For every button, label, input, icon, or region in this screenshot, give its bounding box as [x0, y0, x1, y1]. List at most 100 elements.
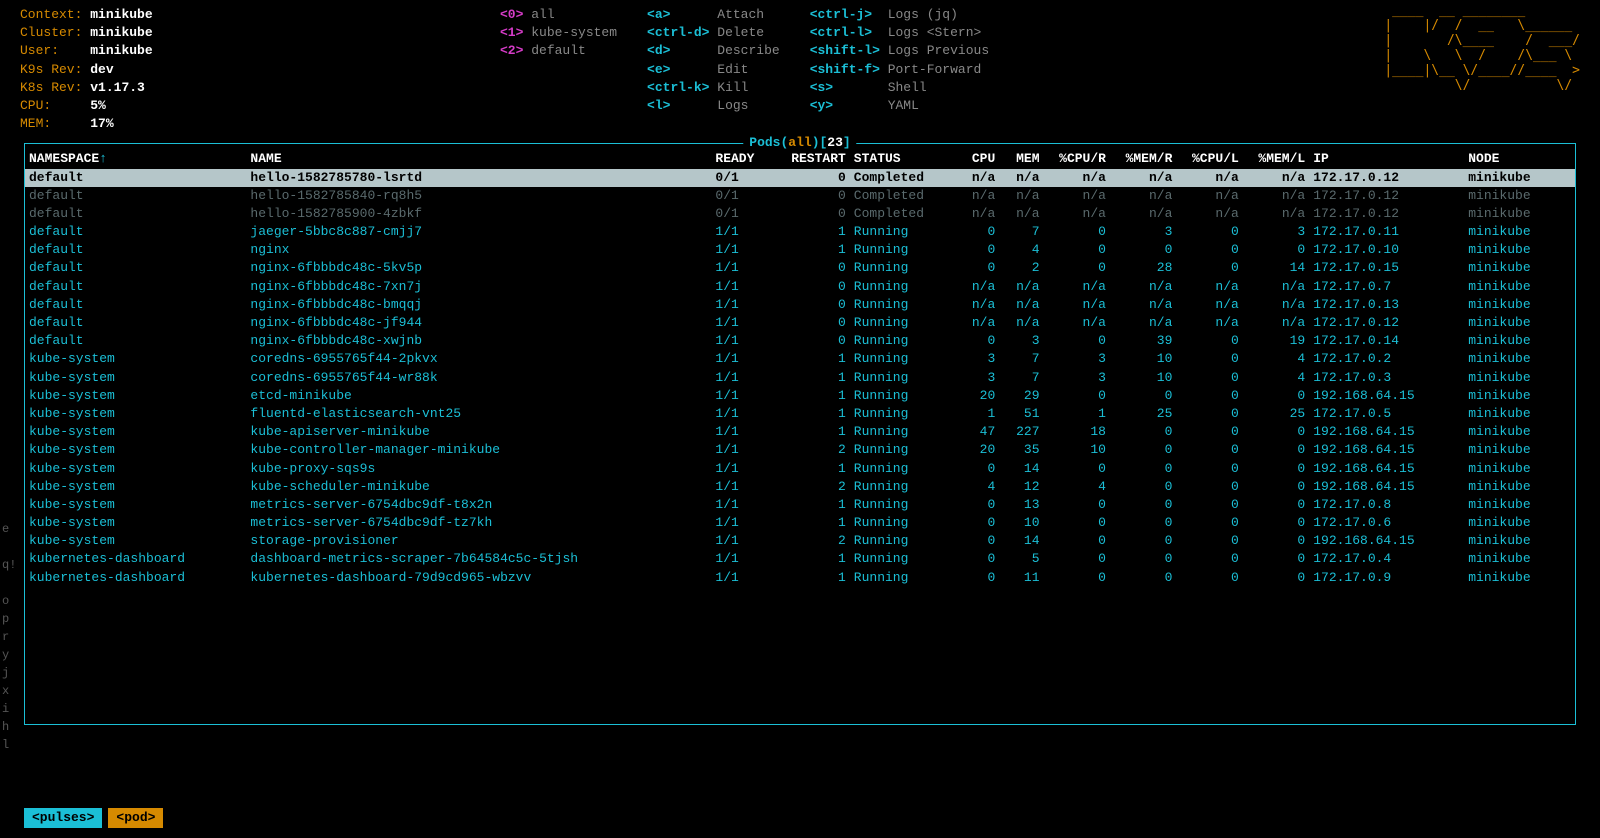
cell-node: minikube — [1464, 423, 1575, 441]
table-row[interactable]: kubernetes-dashboardkubernetes-dashboard… — [25, 569, 1575, 587]
cell-ready: 1/1 — [711, 460, 772, 478]
table-row[interactable]: kube-systemmetrics-server-6754dbc9df-t8x… — [25, 496, 1575, 514]
shortcut-item[interactable]: <y> YAML — [810, 97, 989, 115]
cell-restart: 1 — [772, 423, 850, 441]
cell-ready: 1/1 — [711, 569, 772, 587]
cluster-value: minikube — [90, 25, 152, 40]
table-row[interactable]: kube-systemmetrics-server-6754dbc9df-tz7… — [25, 514, 1575, 532]
k9srev-label: K9s Rev: — [20, 62, 82, 77]
cell-memr: 0 — [1110, 423, 1176, 441]
cell-restart: 1 — [772, 369, 850, 387]
table-row[interactable]: defaulthello-1582785780-lsrtd0/10Complet… — [25, 169, 1575, 187]
cell-restart: 0 — [772, 187, 850, 205]
table-row[interactable]: kube-systemkube-apiserver-minikube1/11Ru… — [25, 423, 1575, 441]
breadcrumb-item[interactable]: <pod> — [108, 808, 163, 828]
cell-mem: 14 — [999, 460, 1043, 478]
cell-name: nginx — [246, 241, 711, 259]
cell-cpu: n/a — [955, 187, 999, 205]
cell-ip: 172.17.0.4 — [1309, 550, 1464, 568]
col-cpul[interactable]: %CPU/L — [1176, 150, 1242, 168]
shortcut-item[interactable]: <shift-f> Port-Forward — [810, 61, 989, 79]
table-row[interactable]: kube-systemetcd-minikube1/11Running20290… — [25, 387, 1575, 405]
cell-memr: 0 — [1110, 460, 1176, 478]
breadcrumb-item[interactable]: <pulses> — [24, 808, 102, 828]
col-ready[interactable]: READY — [711, 150, 772, 168]
cell-cpul: 0 — [1176, 569, 1242, 587]
cell-ns: default — [25, 223, 246, 241]
table-row[interactable]: kubernetes-dashboarddashboard-metrics-sc… — [25, 550, 1575, 568]
cell-meml: 0 — [1243, 496, 1309, 514]
cell-node: minikube — [1464, 332, 1575, 350]
table-row[interactable]: kube-systemkube-controller-manager-minik… — [25, 441, 1575, 459]
cell-ns: kube-system — [25, 478, 246, 496]
table-row[interactable]: kube-systemcoredns-6955765f44-wr88k1/11R… — [25, 369, 1575, 387]
col-meml[interactable]: %MEM/L — [1243, 150, 1309, 168]
table-row[interactable]: defaulthello-1582785840-rq8h50/10Complet… — [25, 187, 1575, 205]
cell-cpur: 4 — [1044, 478, 1110, 496]
pods-table[interactable]: NAMESPACE↑ NAME READY RESTART STATUS CPU… — [25, 150, 1575, 587]
table-row[interactable]: kube-systemstorage-provisioner1/12Runnin… — [25, 532, 1575, 550]
cell-mem: 51 — [999, 405, 1043, 423]
col-cpur[interactable]: %CPU/R — [1044, 150, 1110, 168]
cell-memr: n/a — [1110, 314, 1176, 332]
shortcut-item[interactable]: <ctrl-l> Logs <Stern> — [810, 24, 989, 42]
cell-node: minikube — [1464, 241, 1575, 259]
cell-name: nginx-6fbbbdc48c-xwjnb — [246, 332, 711, 350]
table-row[interactable]: defaultnginx-6fbbbdc48c-jf9441/10Running… — [25, 314, 1575, 332]
table-row[interactable]: kube-systemkube-proxy-sqs9s1/11Running01… — [25, 460, 1575, 478]
table-row[interactable]: kube-systemkube-scheduler-minikube1/12Ru… — [25, 478, 1575, 496]
shortcut-item[interactable]: <0> all — [500, 6, 617, 24]
shortcut-item[interactable]: <a> Attach — [647, 6, 780, 24]
col-cpu[interactable]: CPU — [955, 150, 999, 168]
table-row[interactable]: defaultnginx-6fbbbdc48c-5kv5p1/10Running… — [25, 259, 1575, 277]
col-ip[interactable]: IP — [1309, 150, 1464, 168]
table-row[interactable]: defaultnginx-6fbbbdc48c-bmqqj1/10Running… — [25, 296, 1575, 314]
shortcut-item[interactable]: <ctrl-j> Logs (jq) — [810, 6, 989, 24]
shortcut-item[interactable]: <l> Logs — [647, 97, 780, 115]
shortcut-item[interactable]: <ctrl-d> Delete — [647, 24, 780, 42]
cell-meml: n/a — [1243, 205, 1309, 223]
shortcut-item[interactable]: <2> default — [500, 42, 617, 60]
col-node[interactable]: NODE — [1464, 150, 1575, 168]
table-row[interactable]: defaultnginx1/11Running040000172.17.0.10… — [25, 241, 1575, 259]
cell-name: metrics-server-6754dbc9df-t8x2n — [246, 496, 711, 514]
table-row[interactable]: defaultnginx-6fbbbdc48c-xwjnb1/10Running… — [25, 332, 1575, 350]
shortcut-item[interactable]: <shift-l> Logs Previous — [810, 42, 989, 60]
col-namespace[interactable]: NAMESPACE↑ — [25, 150, 246, 168]
cell-cpur: 3 — [1044, 350, 1110, 368]
col-restart[interactable]: RESTART — [772, 150, 850, 168]
cell-node: minikube — [1464, 187, 1575, 205]
table-row[interactable]: defaultnginx-6fbbbdc48c-7xn7j1/10Running… — [25, 278, 1575, 296]
cell-restart: 1 — [772, 569, 850, 587]
cell-mem: 11 — [999, 569, 1043, 587]
table-row[interactable]: kube-systemcoredns-6955765f44-2pkvx1/11R… — [25, 350, 1575, 368]
cell-ip: 172.17.0.12 — [1309, 187, 1464, 205]
cell-cpu: 20 — [955, 441, 999, 459]
cell-ns: kube-system — [25, 460, 246, 478]
table-header-row[interactable]: NAMESPACE↑ NAME READY RESTART STATUS CPU… — [25, 150, 1575, 168]
cell-node: minikube — [1464, 514, 1575, 532]
col-name[interactable]: NAME — [246, 150, 711, 168]
cell-mem: n/a — [999, 187, 1043, 205]
cell-node: minikube — [1464, 532, 1575, 550]
shortcut-item[interactable]: <1> kube-system — [500, 24, 617, 42]
shortcut-item[interactable]: <e> Edit — [647, 61, 780, 79]
cell-name: metrics-server-6754dbc9df-tz7kh — [246, 514, 711, 532]
table-row[interactable]: defaultjaeger-5bbc8c887-cmjj71/11Running… — [25, 223, 1575, 241]
shortcut-item[interactable]: <ctrl-k> Kill — [647, 79, 780, 97]
cell-ready: 1/1 — [711, 278, 772, 296]
col-mem[interactable]: MEM — [999, 150, 1043, 168]
cell-name: coredns-6955765f44-wr88k — [246, 369, 711, 387]
cell-ready: 1/1 — [711, 332, 772, 350]
col-status[interactable]: STATUS — [850, 150, 955, 168]
shortcut-item[interactable]: <s> Shell — [810, 79, 989, 97]
cell-memr: 0 — [1110, 550, 1176, 568]
col-memr[interactable]: %MEM/R — [1110, 150, 1176, 168]
cell-memr: 0 — [1110, 532, 1176, 550]
cell-meml: 0 — [1243, 569, 1309, 587]
table-row[interactable]: defaulthello-1582785900-4zbkf0/10Complet… — [25, 205, 1575, 223]
cell-cpu: 3 — [955, 350, 999, 368]
table-row[interactable]: kube-systemfluentd-elasticsearch-vnt251/… — [25, 405, 1575, 423]
shortcut-item[interactable]: <d> Describe — [647, 42, 780, 60]
cell-memr: n/a — [1110, 296, 1176, 314]
